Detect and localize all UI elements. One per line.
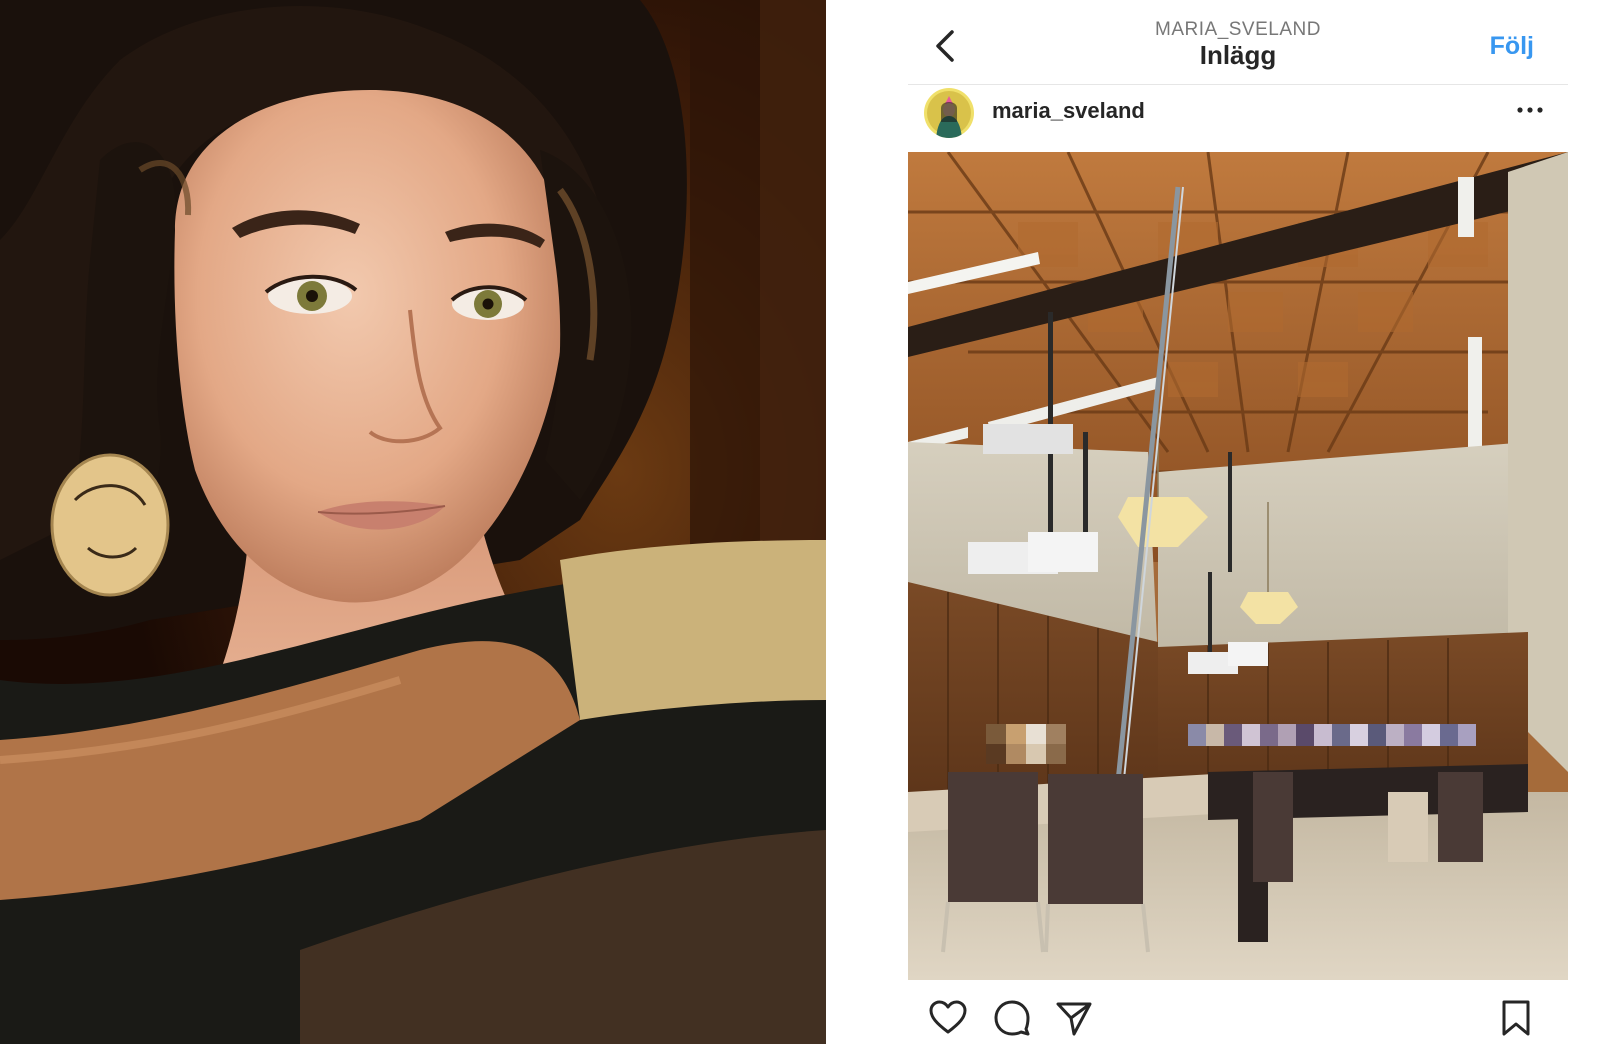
- screenshot-composite: MARIA_SVELAND Inlägg Följ maria_sveland: [0, 0, 1600, 1044]
- heart-icon[interactable]: [928, 998, 968, 1038]
- more-horizontal-icon[interactable]: [1516, 102, 1544, 118]
- bookmark-icon[interactable]: [1496, 998, 1536, 1038]
- paper-plane-icon[interactable]: [1054, 998, 1094, 1038]
- page-title: Inlägg: [1199, 40, 1277, 70]
- comment-icon[interactable]: [992, 998, 1032, 1038]
- top-bar: MARIA_SVELAND Inlägg Följ: [908, 0, 1568, 85]
- post-header: maria_sveland: [908, 84, 1568, 152]
- post-username[interactable]: maria_sveland: [992, 98, 1145, 124]
- header-username: MARIA_SVELAND: [1155, 19, 1321, 40]
- avatar[interactable]: [924, 88, 974, 138]
- action-bar: [908, 980, 1568, 1044]
- portrait-photo: [0, 0, 826, 1044]
- follow-button[interactable]: Följ: [1490, 32, 1534, 61]
- post-image[interactable]: [908, 152, 1568, 980]
- instagram-post-view: MARIA_SVELAND Inlägg Följ maria_sveland: [826, 0, 1600, 1044]
